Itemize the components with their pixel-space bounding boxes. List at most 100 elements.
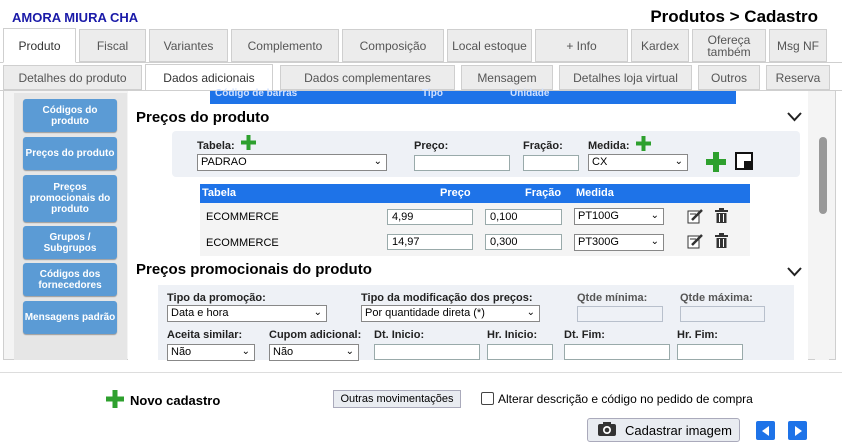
chevron-down-icon: ⌄ <box>373 156 382 167</box>
precos-section-title: Preços do produto <box>136 109 270 126</box>
header-codigo-barras: Código de barras <box>215 88 298 99</box>
tipo-modificacao-value: Por quantidade direta (*) <box>365 307 485 319</box>
row1-fracao-input[interactable]: 0,100 <box>485 209 562 225</box>
tipo-promocao-value: Data e hora <box>171 307 229 319</box>
medida-label: Medida: <box>588 140 630 152</box>
subtab-detalhes-loja-virtual[interactable]: Detalhes loja virtual <box>559 65 692 90</box>
dt-fim-input[interactable] <box>564 344 670 360</box>
aceita-similar-select[interactable]: Não ⌄ <box>167 344 255 361</box>
edit-icon[interactable] <box>687 233 704 252</box>
qtde-minima-input[interactable] <box>577 306 663 322</box>
medida-select[interactable]: CX ⌄ <box>588 154 688 171</box>
save-icon[interactable] <box>735 152 754 174</box>
alterar-descricao-checkbox[interactable] <box>481 392 494 405</box>
qtde-minima-label: Qtde mínima: <box>577 292 648 304</box>
aceita-similar-label: Aceita similar: <box>167 329 243 341</box>
col-medida: Medida <box>576 187 614 199</box>
header-tipo: Tipo <box>422 88 443 99</box>
tabela-select[interactable]: PADRAO ⌄ <box>197 154 387 171</box>
hr-inicio-label: Hr. Inicio: <box>487 329 538 341</box>
row2-tabela: ECOMMERCE <box>206 237 279 249</box>
tipo-modificacao-select[interactable]: Por quantidade direta (*) ⌄ <box>361 305 540 322</box>
tab-kardex[interactable]: Kardex <box>631 29 689 62</box>
hr-fim-label: Hr. Fim: <box>677 329 718 341</box>
sidebar-item-codigos-produto[interactable]: Códigos do produto <box>23 99 117 132</box>
chevron-down-icon: ⌄ <box>650 210 659 221</box>
arrow-right-icon[interactable] <box>788 421 807 440</box>
header-unidade: Unidade <box>510 88 550 99</box>
tab-variantes[interactable]: Variantes <box>149 29 228 62</box>
dt-fim-label: Dt. Fim: <box>564 329 605 341</box>
scrollbar-thumb[interactable] <box>819 137 827 214</box>
tab-msg-nf[interactable]: Msg NF <box>769 29 827 62</box>
plus-icon[interactable] <box>706 152 726 175</box>
fracao-input[interactable] <box>523 155 579 171</box>
sidebar-item-precos-produto[interactable]: Preços do produto <box>23 137 117 170</box>
cadastrar-imagem-button[interactable]: Cadastrar imagem <box>587 418 740 442</box>
row2-medida-select[interactable]: PT300G ⌄ <box>574 234 664 251</box>
row1-medida-select[interactable]: PT100G ⌄ <box>574 208 664 225</box>
chevron-down-icon[interactable] <box>786 265 803 283</box>
row1-medida-value: PT100G <box>578 210 619 222</box>
hr-inicio-input[interactable] <box>487 344 553 360</box>
plus-icon[interactable] <box>241 135 256 153</box>
tab-ofereca-tambem[interactable]: Ofereça também <box>692 29 766 62</box>
tab-composicao[interactable]: Composição <box>342 29 444 62</box>
sidebar-item-grupos-subgrupos[interactable]: Grupos / Subgrupos <box>23 226 117 259</box>
outras-movimentacoes-button[interactable]: Outras movimentações <box>333 390 461 408</box>
qtde-maxima-input[interactable] <box>680 306 765 322</box>
chevron-down-icon: ⌄ <box>526 307 535 318</box>
aceita-similar-value: Não <box>171 346 192 358</box>
page-title: Produtos > Cadastro <box>650 7 818 26</box>
scrollbar-track[interactable] <box>815 92 829 360</box>
arrow-left-icon[interactable] <box>756 421 775 440</box>
trash-icon[interactable] <box>714 233 729 252</box>
tab-local-estoque[interactable]: Local estoque <box>447 29 532 62</box>
sidebar-item-mensagens-padrao[interactable]: Mensagens padrão <box>23 301 117 334</box>
plus-icon[interactable] <box>636 136 651 154</box>
sidebar-item-codigos-fornecedores[interactable]: Códigos dos fornecedores <box>23 263 117 296</box>
subtab-outros[interactable]: Outros <box>698 65 760 90</box>
row2-fracao-input[interactable]: 0,300 <box>485 234 562 250</box>
tab-produto[interactable]: Produto <box>3 28 76 63</box>
chevron-down-icon: ⌄ <box>674 156 683 167</box>
cupom-adicional-label: Cupom adicional: <box>269 329 362 341</box>
sidebar-item-precos-promocionais[interactable]: Preços promocionais do produto <box>23 175 117 222</box>
hr-fim-input[interactable] <box>677 344 743 360</box>
preco-input[interactable] <box>414 155 510 171</box>
novo-cadastro-label: Novo cadastro <box>130 393 221 408</box>
col-tabela: Tabela <box>202 187 237 199</box>
tab-fiscal[interactable]: Fiscal <box>79 29 146 62</box>
codigos-table-header: Código de barras Tipo Unidade <box>210 88 736 104</box>
subtab-detalhes-produto[interactable]: Detalhes do produto <box>3 65 142 90</box>
novo-cadastro-button[interactable]: Novo cadastro <box>106 390 220 411</box>
tipo-promocao-select[interactable]: Data e hora ⌄ <box>167 305 327 322</box>
chevron-down-icon[interactable] <box>786 110 803 128</box>
preco-label: Preço: <box>414 140 449 152</box>
precos-table-header: Tabela Preço Fração Medida <box>200 184 750 203</box>
tabela-value: PADRAO <box>201 156 247 168</box>
chevron-down-icon: ⌄ <box>650 236 659 247</box>
row1-preco-input[interactable]: 4,99 <box>387 209 473 225</box>
cupom-adicional-select[interactable]: Não ⌄ <box>269 344 359 361</box>
trash-icon[interactable] <box>714 208 729 227</box>
row2-preco-input[interactable]: 14,97 <box>387 234 473 250</box>
subtab-dados-complementares[interactable]: Dados complementares <box>280 65 455 90</box>
chevron-down-icon: ⌄ <box>345 346 354 357</box>
dt-inicio-label: Dt. Inicio: <box>374 329 425 341</box>
subtab-mensagem[interactable]: Mensagem <box>461 65 553 90</box>
camera-icon <box>597 421 617 440</box>
medida-value: CX <box>592 156 608 168</box>
col-fracao: Fração <box>525 187 562 199</box>
tab-mais-info[interactable]: + Info <box>535 29 628 62</box>
chevron-down-icon: ⌄ <box>241 346 250 357</box>
edit-icon[interactable] <box>687 208 704 227</box>
subtab-reserva[interactable]: Reserva <box>766 65 830 90</box>
dt-inicio-input[interactable] <box>374 344 480 360</box>
subtab-dados-adicionais[interactable]: Dados adicionais <box>145 64 273 91</box>
row2-medida-value: PT300G <box>578 236 619 248</box>
row1-tabela: ECOMMERCE <box>206 211 279 223</box>
tab-complemento[interactable]: Complemento <box>231 29 339 62</box>
cupom-adicional-value: Não <box>273 346 294 358</box>
tabs-divider <box>0 62 842 63</box>
